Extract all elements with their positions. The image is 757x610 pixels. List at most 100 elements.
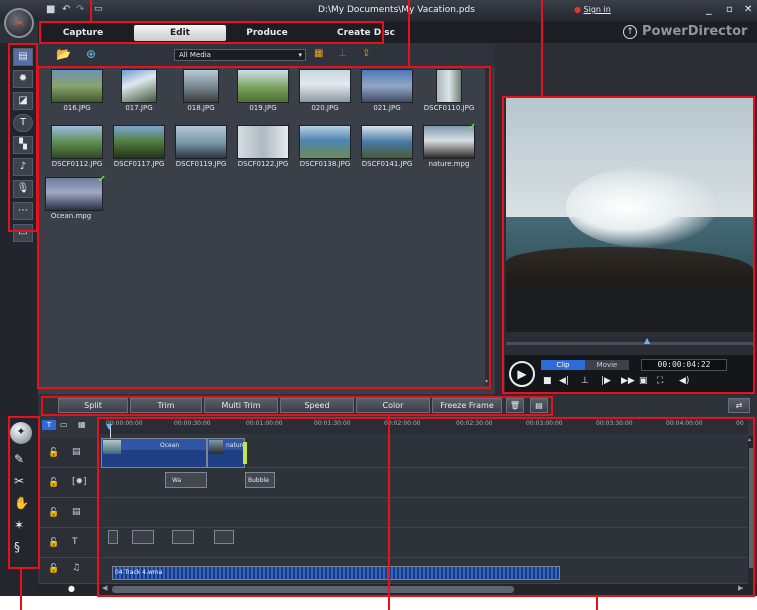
media-item[interactable]: DSCF0110.JPG (418, 69, 480, 129)
subtitle-room-icon[interactable]: ▭ (13, 224, 33, 242)
tab-produce[interactable]: Produce (228, 25, 306, 41)
snapshot-icon[interactable]: ▣ (639, 376, 648, 386)
speed-button[interactable]: Speed (280, 398, 354, 413)
media-item[interactable]: ✔ nature.mpg (418, 122, 480, 185)
pip-track-lane[interactable] (100, 498, 750, 528)
media-item[interactable]: 021.JPG (356, 69, 418, 129)
magic-motion-icon[interactable]: ✋ (14, 496, 29, 510)
title-room-icon[interactable]: T (13, 114, 33, 132)
media-item[interactable]: DSCF0117.JPG (108, 125, 170, 185)
media-item[interactable]: 016.JPG (46, 69, 108, 129)
timeline-mode-icon[interactable]: T (42, 420, 56, 430)
title-clip[interactable] (132, 530, 154, 544)
title-clip[interactable] (214, 530, 234, 544)
close-button[interactable]: ✕ (744, 4, 752, 15)
voice-over-room-icon[interactable]: 🎙 (13, 180, 33, 198)
scroll-up-icon[interactable]: ▴ (748, 436, 751, 443)
library-scrollbar[interactable]: ▾ (485, 67, 492, 385)
split-button[interactable]: Split (58, 398, 128, 413)
scroll-thumb[interactable] (749, 448, 754, 568)
magic-cut-icon[interactable]: ✂ (14, 474, 24, 488)
effect-clip[interactable]: Bubble (245, 472, 275, 488)
scrubber-handle-icon[interactable]: ▲ (644, 336, 650, 345)
audio-clip[interactable]: 04 Track 4.wma (112, 566, 560, 580)
effect-room-icon[interactable]: ✹ (13, 70, 33, 88)
video-clip[interactable]: nature (207, 438, 245, 468)
magic-fix-icon[interactable]: ✎ (14, 452, 24, 466)
restore-button[interactable]: ▫ (726, 4, 733, 15)
clip-end-marker[interactable] (243, 442, 247, 464)
stop-icon[interactable]: ■ (543, 376, 552, 386)
track-manager-icon[interactable]: ▦ (78, 420, 86, 429)
tab-edit[interactable]: Edit (134, 25, 226, 41)
effect-clip[interactable]: Wa (165, 472, 207, 488)
delete-button[interactable]: 🗑 (506, 398, 524, 413)
storyboard-view-icon[interactable]: ▦ (314, 48, 323, 59)
media-item[interactable]: DSCF0119.JPG (170, 125, 232, 185)
media-item[interactable]: DSCF0122.JPG (232, 125, 294, 185)
redo-icon[interactable]: ↷ (76, 4, 84, 15)
fast-forward-icon[interactable]: ▶▶ (621, 376, 635, 386)
tab-capture[interactable]: Capture (48, 25, 118, 41)
magic-style-icon[interactable]: ✶ (14, 518, 24, 532)
media-item[interactable]: DSCF0138.JPG (294, 125, 356, 185)
pip-room-icon[interactable]: ◪ (13, 92, 33, 110)
media-item[interactable]: DSCF0141.JPG (356, 125, 418, 185)
volume-icon[interactable]: ◀) (679, 376, 689, 386)
next-frame-icon[interactable]: |▶ (601, 376, 611, 386)
lock-icon[interactable]: 🔓 (48, 478, 59, 488)
video-clip[interactable]: Ocean (101, 438, 207, 468)
title-track-lane[interactable] (100, 528, 750, 558)
timecode-display[interactable]: 00:00:04:22 (641, 359, 727, 371)
multi-trim-button[interactable]: Multi Trim (204, 398, 278, 413)
timeline-ruler[interactable]: 00:00:00:00 00:00:30:00 00:01:00:00 00:0… (98, 418, 748, 434)
zoom-slider-icon[interactable]: ● (68, 584, 75, 593)
sign-in-link[interactable]: ● Sign in (574, 5, 611, 14)
mode-clip-button[interactable]: Clip (541, 360, 585, 370)
media-item[interactable]: ✔ Ocean.mpg (40, 174, 106, 237)
export-icon[interactable]: ⇪ (362, 48, 370, 59)
tab-create-disc[interactable]: Create Disc (318, 25, 414, 41)
open-folder-icon[interactable]: ▭ (94, 4, 103, 14)
split-marker-icon[interactable]: ⊥ (581, 376, 589, 386)
transition-room-icon[interactable]: ▚ (13, 136, 33, 154)
play-button[interactable]: ▶ (509, 361, 535, 387)
minimize-button[interactable]: _ (706, 2, 712, 15)
mode-movie-button[interactable]: Movie (585, 360, 629, 370)
media-item[interactable]: 019.JPG (232, 69, 294, 129)
lock-icon[interactable]: 🔓 (48, 508, 59, 518)
import-media-icon[interactable]: 📂 (56, 47, 71, 61)
freeze-frame-button[interactable]: Freeze Frame (432, 398, 502, 413)
trim-button[interactable]: Trim (130, 398, 202, 413)
sort-icon[interactable]: ⊥ (338, 48, 347, 59)
chapter-room-icon[interactable]: ⋯ (13, 202, 33, 220)
fullscreen-icon[interactable]: ⛶ (657, 376, 663, 386)
scroll-left-icon[interactable]: ◀ (102, 584, 107, 592)
download-media-icon[interactable]: ⊕ (86, 47, 96, 61)
lock-icon[interactable]: 🔓 (48, 538, 59, 548)
media-room-icon[interactable]: ▤ (13, 48, 33, 66)
title-clip[interactable] (108, 530, 118, 544)
audio-mixing-room-icon[interactable]: ♪ (13, 158, 33, 176)
playhead-handle-icon[interactable]: ▼ (106, 422, 112, 431)
timeline-vertical-scrollbar[interactable]: ▴ (748, 436, 755, 584)
preview-scrubber-track[interactable]: ▲ (506, 336, 753, 345)
magic-music-icon[interactable]: § (14, 540, 20, 554)
app-logo-button[interactable]: ✂ (4, 8, 34, 38)
timeline-view-toggle[interactable]: ⇄ (728, 398, 750, 413)
more-tools-button[interactable]: ▤ (530, 398, 548, 413)
lock-icon[interactable]: 🔓 (48, 448, 59, 458)
scroll-right-icon[interactable]: ▶ (738, 584, 743, 592)
magic-tools-button[interactable]: ✦ (10, 422, 32, 444)
scroll-down-icon[interactable]: ▾ (485, 378, 488, 385)
media-item[interactable]: 020.JPG (294, 69, 356, 129)
undo-icon[interactable]: ↶ (62, 4, 70, 15)
save-icon[interactable]: ■ (46, 4, 55, 15)
previous-frame-icon[interactable]: ◀| (559, 376, 569, 386)
media-item[interactable]: 017.JPG (108, 69, 170, 129)
upgrade-icon[interactable]: ↑ (623, 25, 637, 39)
lock-icon[interactable]: 🔓 (48, 564, 59, 574)
media-filter-dropdown[interactable]: All Media ▾ (174, 49, 306, 61)
horizontal-scroll-thumb[interactable] (112, 586, 514, 593)
media-item[interactable]: 018.JPG (170, 69, 232, 129)
